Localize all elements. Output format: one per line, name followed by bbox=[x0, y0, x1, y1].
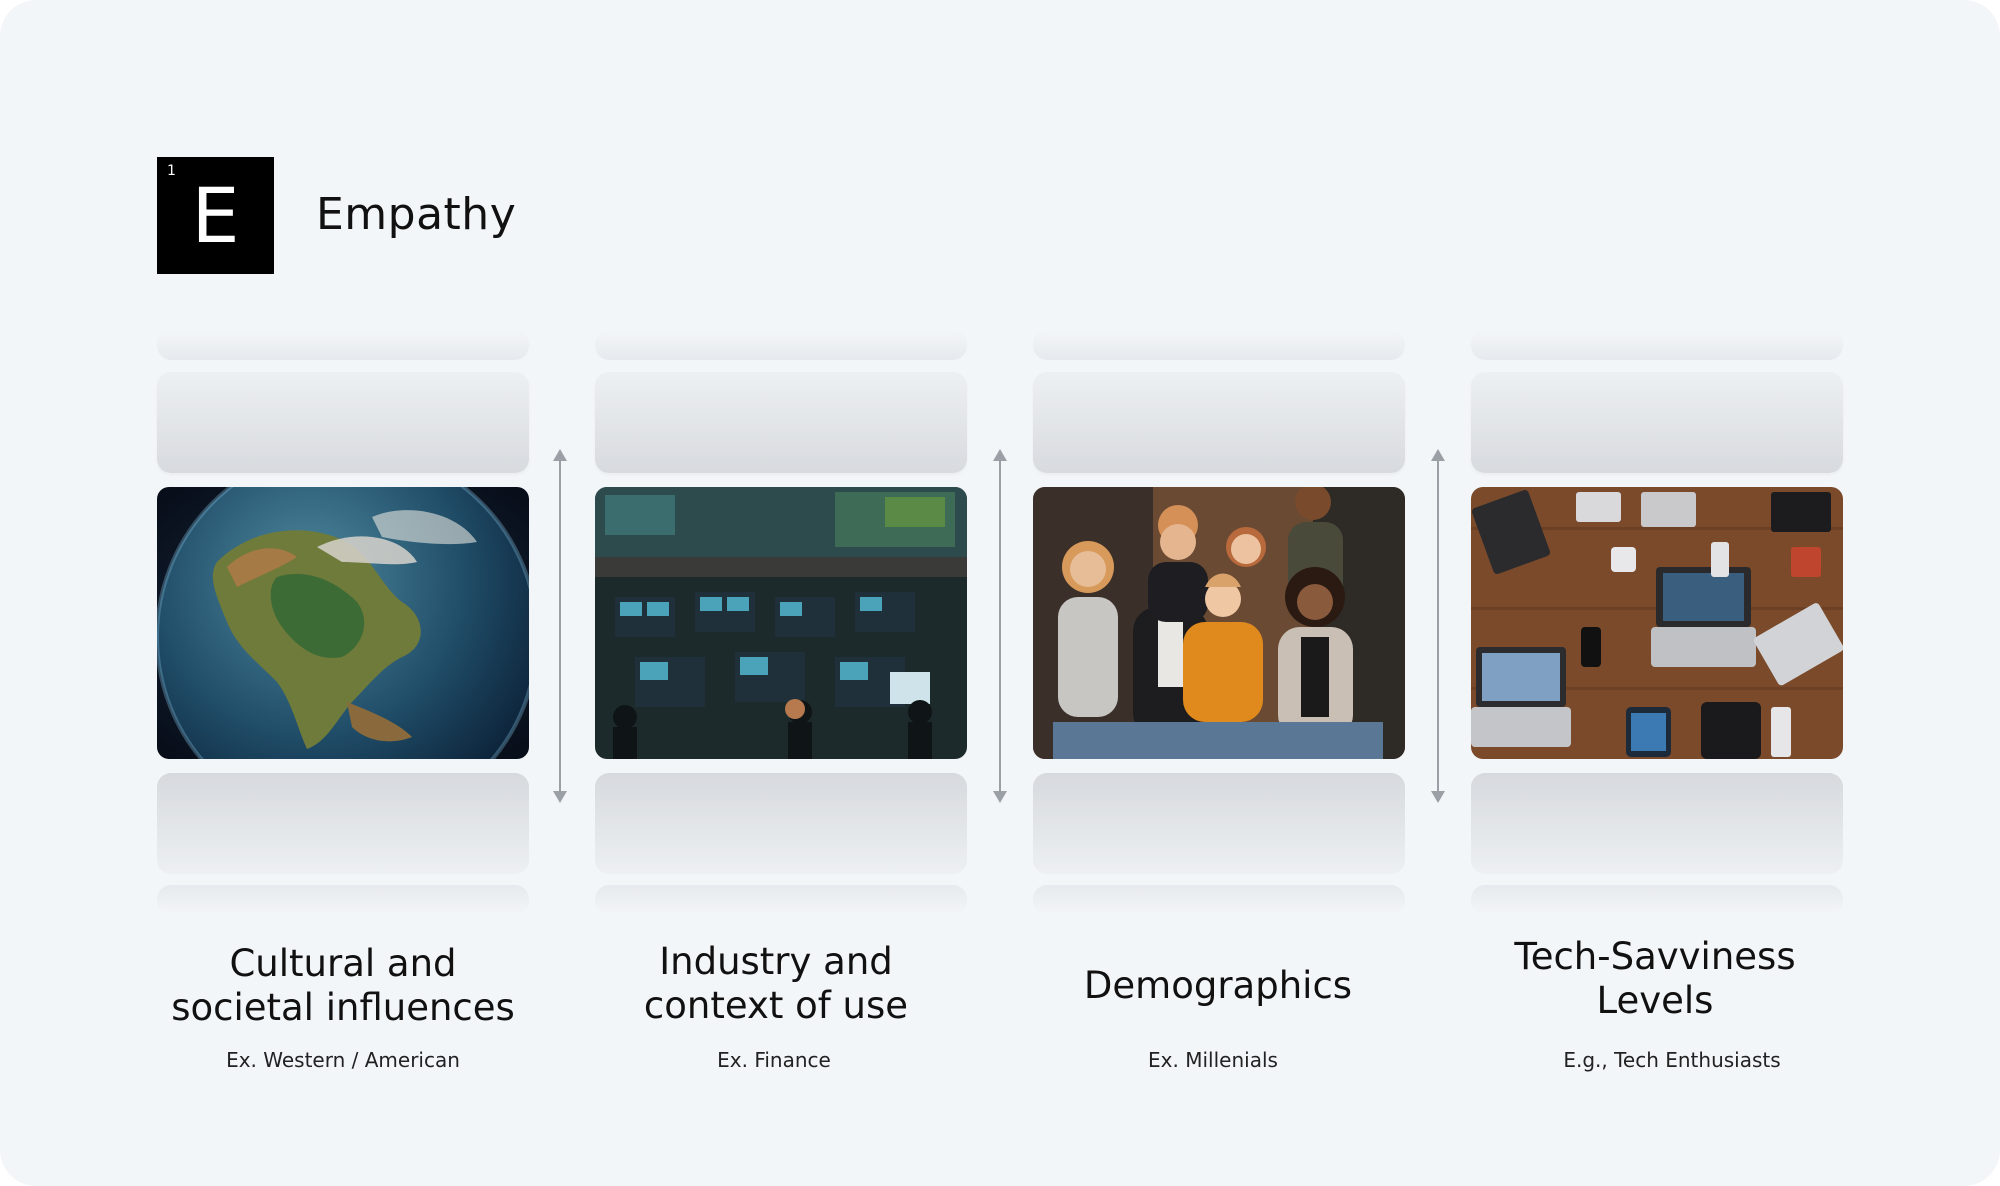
column-4-label: Tech-Savviness Levels bbox=[1435, 935, 1875, 1023]
slide-card: 1 E Empathy Cultural and societal influe… bbox=[0, 0, 2000, 1186]
column-3-example: Ex. Millenials bbox=[1148, 1048, 1278, 1072]
label-line: societal influences bbox=[171, 986, 515, 1029]
label-line: context of use bbox=[643, 984, 909, 1027]
label-line: Levels bbox=[1596, 979, 1714, 1022]
label-line: Cultural and bbox=[229, 942, 457, 985]
ghost-card bbox=[595, 330, 967, 360]
group-of-people-image bbox=[1033, 487, 1405, 759]
column-2-example: Ex. Finance bbox=[717, 1048, 831, 1072]
column-3-label: Demographics bbox=[998, 964, 1438, 1008]
badge-letter: E bbox=[191, 171, 240, 260]
ghost-card bbox=[1471, 372, 1843, 473]
column-demographics bbox=[1033, 320, 1405, 920]
label-line: Demographics bbox=[1083, 964, 1353, 1007]
ghost-card bbox=[595, 885, 967, 915]
label-line: Industry and bbox=[659, 940, 893, 983]
column-1-example: Ex. Western / American bbox=[226, 1048, 460, 1072]
ghost-card bbox=[157, 330, 529, 360]
double-arrow-icon bbox=[1431, 449, 1445, 803]
ghost-card bbox=[1033, 773, 1405, 874]
ghost-card bbox=[157, 773, 529, 874]
page-title: Empathy bbox=[316, 189, 517, 240]
ghost-card bbox=[595, 372, 967, 473]
ghost-card bbox=[157, 885, 529, 915]
ghost-card bbox=[1471, 773, 1843, 874]
ghost-card bbox=[1471, 330, 1843, 360]
tech-devices-flatlay-image bbox=[1471, 487, 1843, 759]
empathy-logo-badge: 1 E bbox=[157, 157, 274, 274]
double-arrow-icon bbox=[553, 449, 567, 803]
ghost-card bbox=[1033, 330, 1405, 360]
column-cultural bbox=[157, 320, 529, 920]
ghost-card bbox=[595, 773, 967, 874]
column-tech-savviness bbox=[1471, 320, 1843, 920]
column-1-label: Cultural and societal influences bbox=[123, 942, 563, 1030]
label-line: Tech-Savviness bbox=[1514, 935, 1796, 978]
column-2-label: Industry and context of use bbox=[556, 940, 996, 1028]
column-industry bbox=[595, 320, 967, 920]
ghost-card bbox=[1471, 885, 1843, 915]
trading-floor-image bbox=[595, 487, 967, 759]
earth-globe-image bbox=[157, 487, 529, 759]
ghost-card bbox=[1033, 885, 1405, 915]
double-arrow-icon bbox=[993, 449, 1007, 803]
column-4-example: E.g., Tech Enthusiasts bbox=[1563, 1048, 1781, 1072]
ghost-card bbox=[1033, 372, 1405, 473]
ghost-card bbox=[157, 372, 529, 473]
